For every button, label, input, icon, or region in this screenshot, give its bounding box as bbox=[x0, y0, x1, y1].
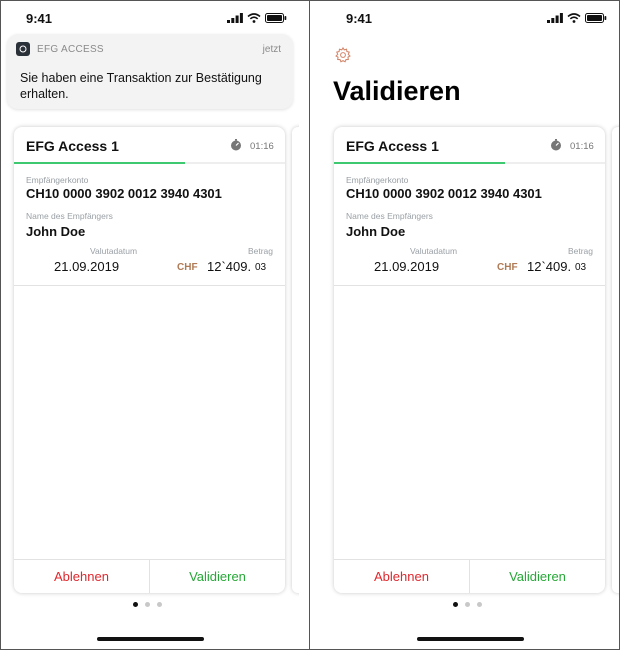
amount-label: Betrag bbox=[247, 246, 273, 256]
card-header: EFG Access 1 01:16 bbox=[14, 127, 285, 164]
amount-cents: 03 bbox=[575, 262, 587, 273]
details-separator bbox=[334, 285, 605, 286]
card-title: EFG Access 1 bbox=[26, 138, 119, 154]
signal-icon bbox=[547, 13, 563, 23]
account-label: Empfängerkonto bbox=[346, 175, 409, 185]
notification-message: Sie haben eine Transaktion zur Bestätigu… bbox=[20, 71, 262, 101]
timer-progress-track bbox=[14, 162, 285, 164]
phone-screen-notification: 9:41 EFG ACCESS jetzt Sie haben eine Tra bbox=[1, 1, 299, 649]
efg-app-icon bbox=[16, 42, 30, 56]
card-actions: Ablehnen Validieren bbox=[334, 559, 605, 593]
notification-time: jetzt bbox=[262, 44, 281, 55]
page-indicator[interactable] bbox=[453, 602, 482, 607]
wifi-icon bbox=[567, 13, 581, 23]
status-icons bbox=[227, 13, 287, 23]
timer-progress-fill bbox=[334, 162, 505, 164]
timer-icon bbox=[551, 139, 561, 151]
card-header: EFG Access 1 01:16 bbox=[334, 127, 605, 164]
recipient-value: John Doe bbox=[346, 224, 406, 239]
push-notification[interactable]: EFG ACCESS jetzt Sie haben eine Transakt… bbox=[7, 34, 293, 109]
home-indicator[interactable] bbox=[97, 637, 204, 641]
value-date-label: Valutadatum bbox=[90, 246, 138, 256]
next-card-peek[interactable] bbox=[292, 127, 299, 593]
value-date-label: Valutadatum bbox=[410, 246, 458, 256]
validate-button[interactable]: Validieren bbox=[150, 560, 285, 593]
page-indicator[interactable] bbox=[133, 602, 162, 607]
amount-value: 12`409. bbox=[527, 259, 572, 274]
reject-button[interactable]: Ablehnen bbox=[334, 560, 469, 593]
value-date: 21.09.2019 bbox=[54, 259, 120, 274]
page-dot[interactable] bbox=[133, 602, 138, 607]
page-dot[interactable] bbox=[453, 602, 458, 607]
notification-app-name: EFG ACCESS bbox=[37, 44, 104, 55]
timer-progress-track bbox=[334, 162, 605, 164]
recipient-value: John Doe bbox=[26, 224, 86, 239]
account-value: CH10 0000 3902 0012 3940 4301 bbox=[346, 186, 542, 201]
amount-value: 12`409. bbox=[207, 259, 252, 274]
timer-progress-fill bbox=[14, 162, 185, 164]
status-icons bbox=[547, 13, 607, 23]
reject-button[interactable]: Ablehnen bbox=[14, 560, 149, 593]
transaction-card: EFG Access 1 01:16 Empfängerkonto CH10 0… bbox=[334, 127, 605, 593]
value-date: 21.09.2019 bbox=[374, 259, 440, 274]
timer-icon bbox=[231, 139, 241, 151]
recipient-label: Name des Empfängers bbox=[346, 211, 433, 221]
details-separator bbox=[14, 285, 285, 286]
recipient-label: Name des Empfängers bbox=[26, 211, 113, 221]
home-indicator[interactable] bbox=[417, 637, 524, 641]
account-label: Empfängerkonto bbox=[26, 175, 89, 185]
wifi-icon bbox=[247, 13, 261, 23]
card-title: EFG Access 1 bbox=[346, 138, 439, 154]
amount-label: Betrag bbox=[567, 246, 593, 256]
timer-text: 01:16 bbox=[570, 141, 594, 152]
status-bar: 9:41 bbox=[1, 1, 299, 37]
page-title: Validieren bbox=[333, 76, 461, 106]
battery-icon bbox=[585, 13, 607, 23]
transaction-card: EFG Access 1 01:16 Empfängerkonto CH10 0… bbox=[14, 127, 285, 593]
currency-code: CHF bbox=[177, 262, 198, 273]
timer-text: 01:16 bbox=[250, 141, 274, 152]
page-dot[interactable] bbox=[145, 602, 150, 607]
account-value: CH10 0000 3902 0012 3940 4301 bbox=[26, 186, 222, 201]
phone-screen-app: 9:41 Validieren EFG Access 1 01:16 Empfä… bbox=[321, 1, 619, 649]
currency-code: CHF bbox=[497, 262, 518, 273]
page-dot[interactable] bbox=[465, 602, 470, 607]
signal-icon bbox=[227, 13, 243, 23]
status-time: 9:41 bbox=[26, 11, 53, 26]
validate-button[interactable]: Validieren bbox=[470, 560, 605, 593]
page-dot[interactable] bbox=[157, 602, 162, 607]
status-bar: 9:41 bbox=[321, 1, 619, 37]
page-dot[interactable] bbox=[477, 602, 482, 607]
screens-divider bbox=[309, 0, 310, 650]
card-actions: Ablehnen Validieren bbox=[14, 559, 285, 593]
status-time: 9:41 bbox=[346, 11, 373, 26]
settings-gear-icon[interactable] bbox=[334, 46, 352, 64]
battery-icon bbox=[265, 13, 287, 23]
amount-cents: 03 bbox=[255, 262, 267, 273]
next-card-peek[interactable] bbox=[612, 127, 619, 593]
